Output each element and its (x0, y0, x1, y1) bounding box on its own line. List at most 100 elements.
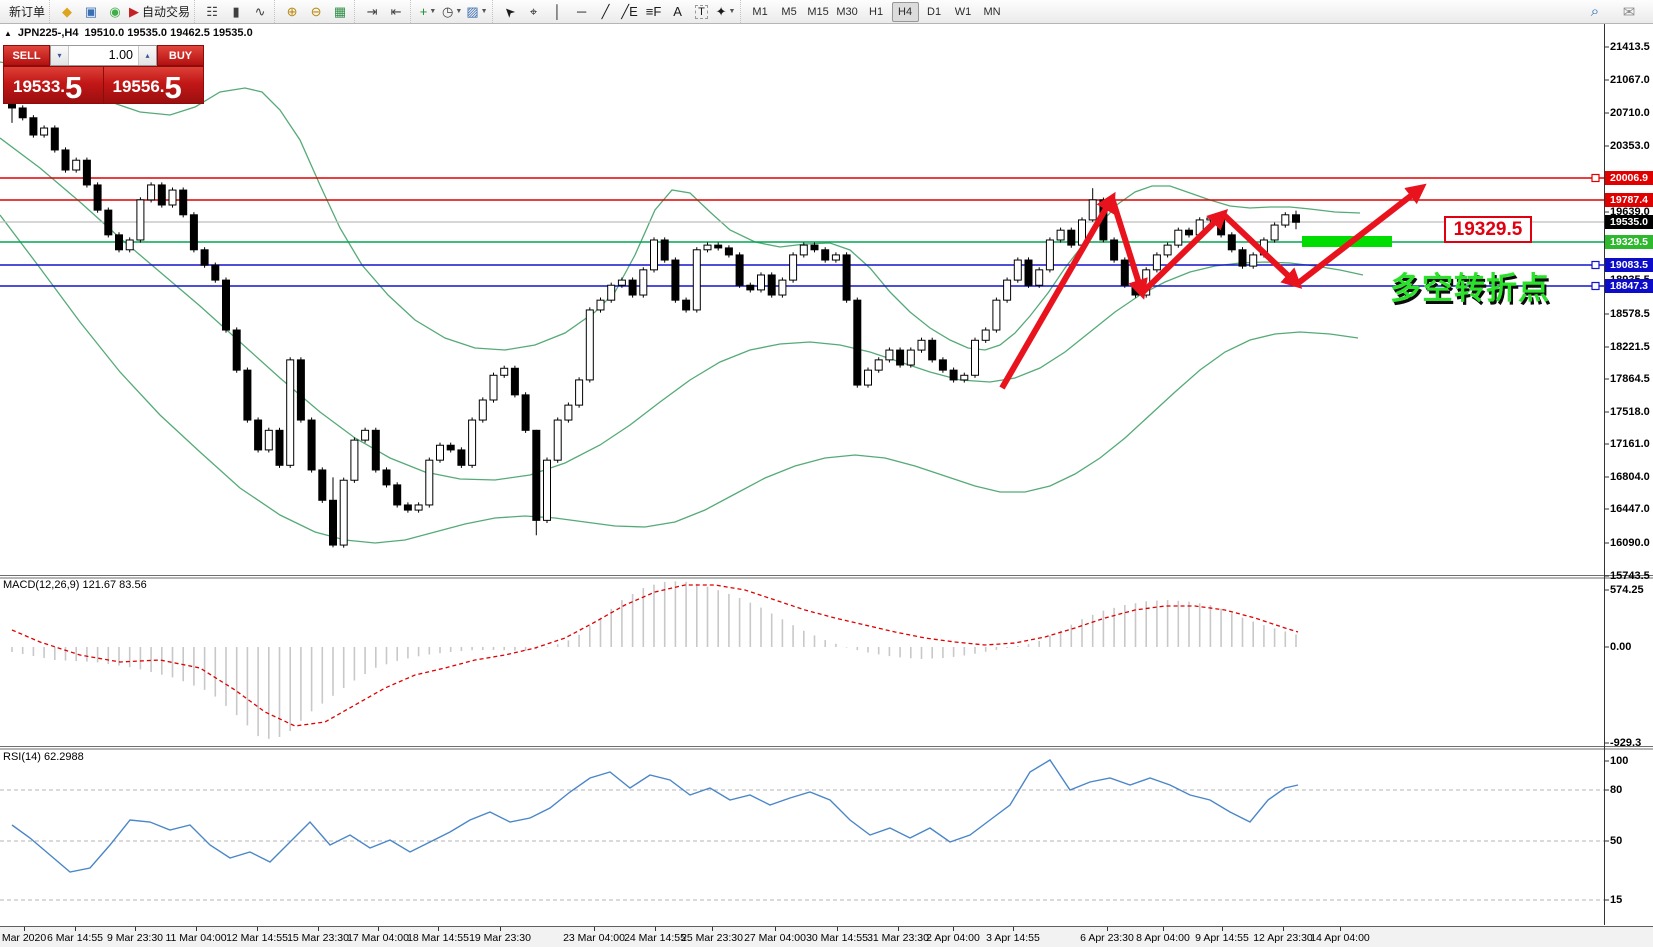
timeframe-w1-button[interactable]: W1 (950, 2, 977, 22)
channel-icon[interactable]: ╱E (618, 1, 642, 23)
indicators-add-icon-dropdown[interactable]: ▼ (429, 8, 436, 15)
timeframe-m1-button[interactable]: M1 (747, 2, 774, 22)
sell-price-display[interactable]: 19533.5 (3, 66, 104, 104)
date-tick-mark (953, 927, 954, 931)
date-axis: Mar 20206 Mar 14:559 Mar 23:3011 Mar 04:… (0, 926, 1653, 947)
fibonacci-icon[interactable]: ≡F (642, 1, 666, 23)
buy-button[interactable]: BUY (157, 45, 204, 66)
bar-chart-icon[interactable]: ☷ (200, 1, 224, 23)
date-tick-label: 12 Mar 14:55 (226, 932, 288, 944)
date-tick-mark (257, 927, 258, 931)
tile-windows-icon[interactable]: ▦ (328, 1, 352, 23)
date-tick-mark (594, 927, 595, 931)
zoom-out-icon[interactable]: ⊖ (304, 1, 328, 23)
auto-scroll-icon[interactable]: ⇥ (360, 1, 384, 23)
price-level-tag: 19787.4 (1605, 193, 1653, 207)
zoom-in-icon[interactable]: ⊕ (280, 1, 304, 23)
price-tick-label: 20710.0 (1610, 107, 1650, 119)
date-tick-label: 9 Apr 14:55 (1195, 932, 1249, 944)
timeframe-m30-button[interactable]: M30 (834, 2, 861, 22)
date-tick-mark (500, 927, 501, 931)
signals-icon[interactable]: ◉ (103, 1, 127, 23)
sell-price-main: 19533 (13, 77, 60, 101)
toolbar-group-drawing: ➤⌖│─╱╱E≡FAT✦▼ (492, 0, 738, 23)
period-clock-icon[interactable]: ◷▼ (440, 1, 464, 23)
date-tick-mark (135, 927, 136, 931)
macd-tick-label: 574.25 (1610, 584, 1644, 596)
price-tick-label: 21413.5 (1610, 41, 1650, 53)
date-tick-mark (775, 927, 776, 931)
community-icon[interactable]: ▣ (79, 1, 103, 23)
cursor-icon[interactable]: ➤ (498, 1, 522, 23)
horizontal-line-icon[interactable]: ─ (570, 1, 594, 23)
date-tick-mark (196, 927, 197, 931)
buy-price-display[interactable]: 19556.5 (104, 66, 205, 104)
timeframe-m15-button[interactable]: M15 (805, 2, 832, 22)
date-tick-label: 19 Mar 23:30 (469, 932, 531, 944)
chat-icon[interactable]: ✉ (1617, 1, 1641, 23)
date-tick-mark (75, 927, 76, 931)
line-chart-icon[interactable]: ∿ (248, 1, 272, 23)
chart-template-icon-dropdown[interactable]: ▼ (481, 8, 488, 15)
price-tick-label: 18221.5 (1610, 341, 1650, 353)
auto-trading-button-label: 自动交易 (142, 3, 190, 20)
vertical-line-icon[interactable]: │ (546, 1, 570, 23)
date-tick-label: 27 Mar 04:00 (744, 932, 806, 944)
volume-decrease-button[interactable]: ▾ (51, 46, 69, 65)
date-tick-label: 18 Mar 14:55 (407, 932, 469, 944)
trendline-icon[interactable]: ╱ (594, 1, 618, 23)
collapse-panel-icon[interactable]: ▲ (4, 29, 12, 38)
macd-indicator-label: MACD(12,26,9) 121.67 83.56 (3, 579, 147, 591)
chart-template-icon[interactable]: ▨▼ (464, 1, 489, 23)
crosshair-icon[interactable]: ⌖ (522, 1, 546, 23)
auto-trading-button[interactable]: ▶自动交易 (127, 1, 192, 23)
price-tick-label: 20353.0 (1610, 140, 1650, 152)
toolbar-group-services: ◆▣◉▶自动交易 (49, 0, 192, 23)
date-tick-mark (1340, 927, 1341, 931)
date-tick-mark (1222, 927, 1223, 931)
volume-increase-button[interactable]: ▴ (138, 46, 156, 65)
arrows-icon[interactable]: ✦▼ (714, 1, 738, 23)
toolbar-group-insert: +▼◷▼▨▼ (410, 0, 490, 23)
date-tick-label: 6 Apr 23:30 (1080, 932, 1134, 944)
price-tick-label: 15743.5 (1610, 570, 1650, 582)
sell-price-pip: 5 (65, 74, 82, 101)
price-tick-label: 21067.0 (1610, 74, 1650, 86)
text-label-icon[interactable]: T (690, 1, 714, 23)
timeframe-mn-button[interactable]: MN (979, 2, 1006, 22)
price-level-tag: 20006.9 (1605, 171, 1653, 185)
price-tick-label: 17161.0 (1610, 438, 1650, 450)
date-tick-label: 2 Apr 04:00 (926, 932, 980, 944)
chart-canvas[interactable] (0, 24, 1604, 925)
timeframe-d1-button[interactable]: D1 (921, 2, 948, 22)
toolbar-group-chart-types: ☷▮∿ (194, 0, 272, 23)
volume-stepper: ▾ 1.00 ▴ (50, 45, 157, 66)
period-clock-icon-dropdown[interactable]: ▼ (455, 8, 462, 15)
date-tick-label: 30 Mar 14:55 (806, 932, 868, 944)
rsi-tick-label: 15 (1610, 894, 1622, 906)
search-icon[interactable]: ⌕ (1583, 1, 1607, 23)
rsi-indicator-label: RSI(14) 62.2988 (3, 751, 84, 763)
date-tick-mark (24, 927, 25, 931)
date-tick-mark (318, 927, 319, 931)
text-icon[interactable]: A (666, 1, 690, 23)
sell-button[interactable]: SELL (3, 45, 50, 66)
buy-price-pip: 5 (165, 74, 182, 101)
turning-point-text: 多空转折点 (1390, 263, 1550, 308)
price-tick-label: 18578.5 (1610, 308, 1650, 320)
price-tick-label: 16447.0 (1610, 503, 1650, 515)
indicators-add-icon[interactable]: +▼ (416, 1, 440, 23)
arrows-icon-dropdown[interactable]: ▼ (729, 8, 736, 15)
volume-input[interactable]: 1.00 (69, 46, 138, 65)
date-tick-label: 25 Mar 23:30 (681, 932, 743, 944)
gold-icon[interactable]: ◆ (55, 1, 79, 23)
timeframe-m5-button[interactable]: M5 (776, 2, 803, 22)
macd-tick-label: -929.3 (1610, 737, 1641, 749)
candlestick-icon[interactable]: ▮ (224, 1, 248, 23)
new-order-button[interactable]: 新订单 (4, 1, 47, 23)
chart-shift-icon[interactable]: ⇤ (384, 1, 408, 23)
date-tick-mark (1283, 927, 1284, 931)
timeframe-h1-button[interactable]: H1 (863, 2, 890, 22)
timeframe-h4-button[interactable]: H4 (892, 2, 919, 22)
date-tick-label: Mar 2020 (2, 932, 46, 944)
